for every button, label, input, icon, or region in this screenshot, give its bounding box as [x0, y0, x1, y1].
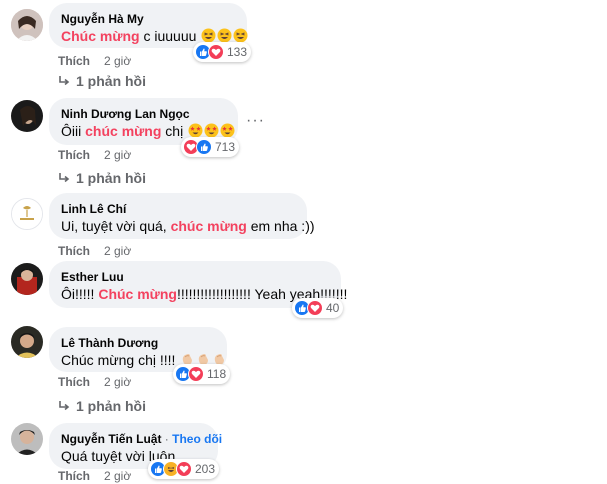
timestamp[interactable]: 2 giờ — [104, 244, 131, 258]
squinting-face-emoji — [233, 28, 248, 43]
comment-actions: Thích 2 giờ — [58, 243, 131, 259]
replies-count: 1 phản hồi — [76, 170, 146, 186]
star-struck-emoji — [204, 123, 219, 138]
love-reaction-icon — [176, 461, 192, 477]
timestamp[interactable]: 2 giờ — [104, 148, 131, 162]
comment-text-pre: Chúc mừng chị !!!! — [61, 352, 180, 368]
comment-text-rest: chị — [161, 123, 184, 139]
avatar[interactable] — [11, 9, 43, 41]
avatar[interactable] — [11, 423, 43, 455]
reaction-count: 203 — [195, 462, 216, 476]
comment-author[interactable]: Linh Lê Chí — [61, 201, 295, 217]
reply-arrow-icon — [59, 173, 70, 183]
reaction-summary[interactable]: 203 — [148, 459, 220, 479]
love-reaction-icon — [307, 300, 323, 316]
timestamp[interactable]: 2 giờ — [104, 375, 131, 389]
highlight-text: chúc mừng — [170, 218, 247, 234]
reaction-count: 118 — [207, 367, 227, 381]
love-reaction-icon — [188, 366, 204, 382]
star-struck-emoji — [220, 123, 235, 138]
view-replies-link[interactable]: 1 phản hồi — [58, 169, 146, 187]
comment-text-pre: Ôiii — [61, 123, 86, 139]
view-replies-link[interactable]: 1 phản hồi — [58, 72, 146, 90]
author-name[interactable]: Nguyễn Tiến Luật — [61, 432, 161, 446]
comment-author: Nguyễn Tiến Luật · Theo dõi — [61, 431, 222, 447]
highlight-text: Chúc mừng — [61, 28, 140, 44]
view-replies-link[interactable]: 1 phản hồi — [58, 397, 146, 415]
reaction-count: 713 — [215, 140, 236, 154]
avatar[interactable] — [11, 100, 43, 132]
reaction-summary[interactable]: 133 — [193, 42, 252, 62]
avatar[interactable] — [11, 263, 43, 295]
comment-actions: Thích 2 giờ — [58, 374, 131, 390]
avatar[interactable] — [11, 326, 43, 358]
comment-text: Ui, tuyệt vời quá, chúc mừng em nha :)) — [61, 217, 315, 236]
comment-author[interactable]: Ninh Dương Lan Ngọc — [61, 106, 226, 122]
like-button[interactable]: Thích — [58, 244, 90, 258]
squinting-face-emoji — [201, 28, 216, 43]
reaction-summary[interactable]: 713 — [181, 137, 240, 157]
separator-dot: · — [164, 432, 169, 446]
love-reaction-icon — [208, 44, 224, 60]
timestamp[interactable]: 2 giờ — [104, 469, 131, 483]
comment-actions: Thích 2 giờ — [58, 147, 131, 163]
more-options-button[interactable]: ··· — [246, 112, 265, 130]
like-button[interactable]: Thích — [58, 148, 90, 162]
star-struck-emoji — [188, 123, 203, 138]
comment-author[interactable]: Lê Thành Dương — [61, 335, 215, 351]
comment-author[interactable]: Esther Luu — [61, 269, 329, 285]
replies-count: 1 phản hồi — [76, 73, 146, 89]
like-button[interactable]: Thích — [58, 469, 90, 483]
comment-actions: Thích 2 giờ — [58, 53, 131, 69]
like-reaction-icon — [196, 139, 212, 155]
reaction-summary[interactable]: 118 — [173, 364, 231, 384]
avatar[interactable] — [11, 198, 43, 230]
comment-bubble: Linh Lê Chí Ui, tuyệt vời quá, chúc mừng… — [49, 193, 315, 239]
highlight-text: Chúc mừng — [98, 286, 177, 302]
comment-text-pre: Ôi!!!!! — [61, 286, 99, 302]
comment-text-rest: em nha :)) — [246, 218, 315, 234]
comment-text-rest: c iuuuuu — [139, 28, 197, 44]
reaction-summary[interactable]: 40 — [292, 298, 344, 318]
comment-text: Ôi!!!!! Chúc mừng!!!!!!!!!!!!!!!!!!! Yea… — [61, 285, 347, 304]
squinting-face-emoji — [217, 28, 232, 43]
replies-count: 1 phản hồi — [76, 398, 146, 414]
comment-author[interactable]: Nguyễn Hà My — [61, 11, 235, 27]
timestamp[interactable]: 2 giờ — [104, 54, 131, 68]
reply-arrow-icon — [59, 401, 70, 411]
comment-text-pre: Ui, tuyệt vời quá, — [61, 218, 171, 234]
reaction-count: 133 — [227, 45, 248, 59]
like-button[interactable]: Thích — [58, 54, 90, 68]
comment-actions: Thích 2 giờ — [58, 468, 131, 484]
like-button[interactable]: Thích — [58, 375, 90, 389]
reply-arrow-icon — [59, 76, 70, 86]
follow-button[interactable]: Theo dõi — [172, 432, 222, 446]
reaction-count: 40 — [326, 301, 340, 315]
highlight-text: chúc mừng — [85, 123, 162, 139]
